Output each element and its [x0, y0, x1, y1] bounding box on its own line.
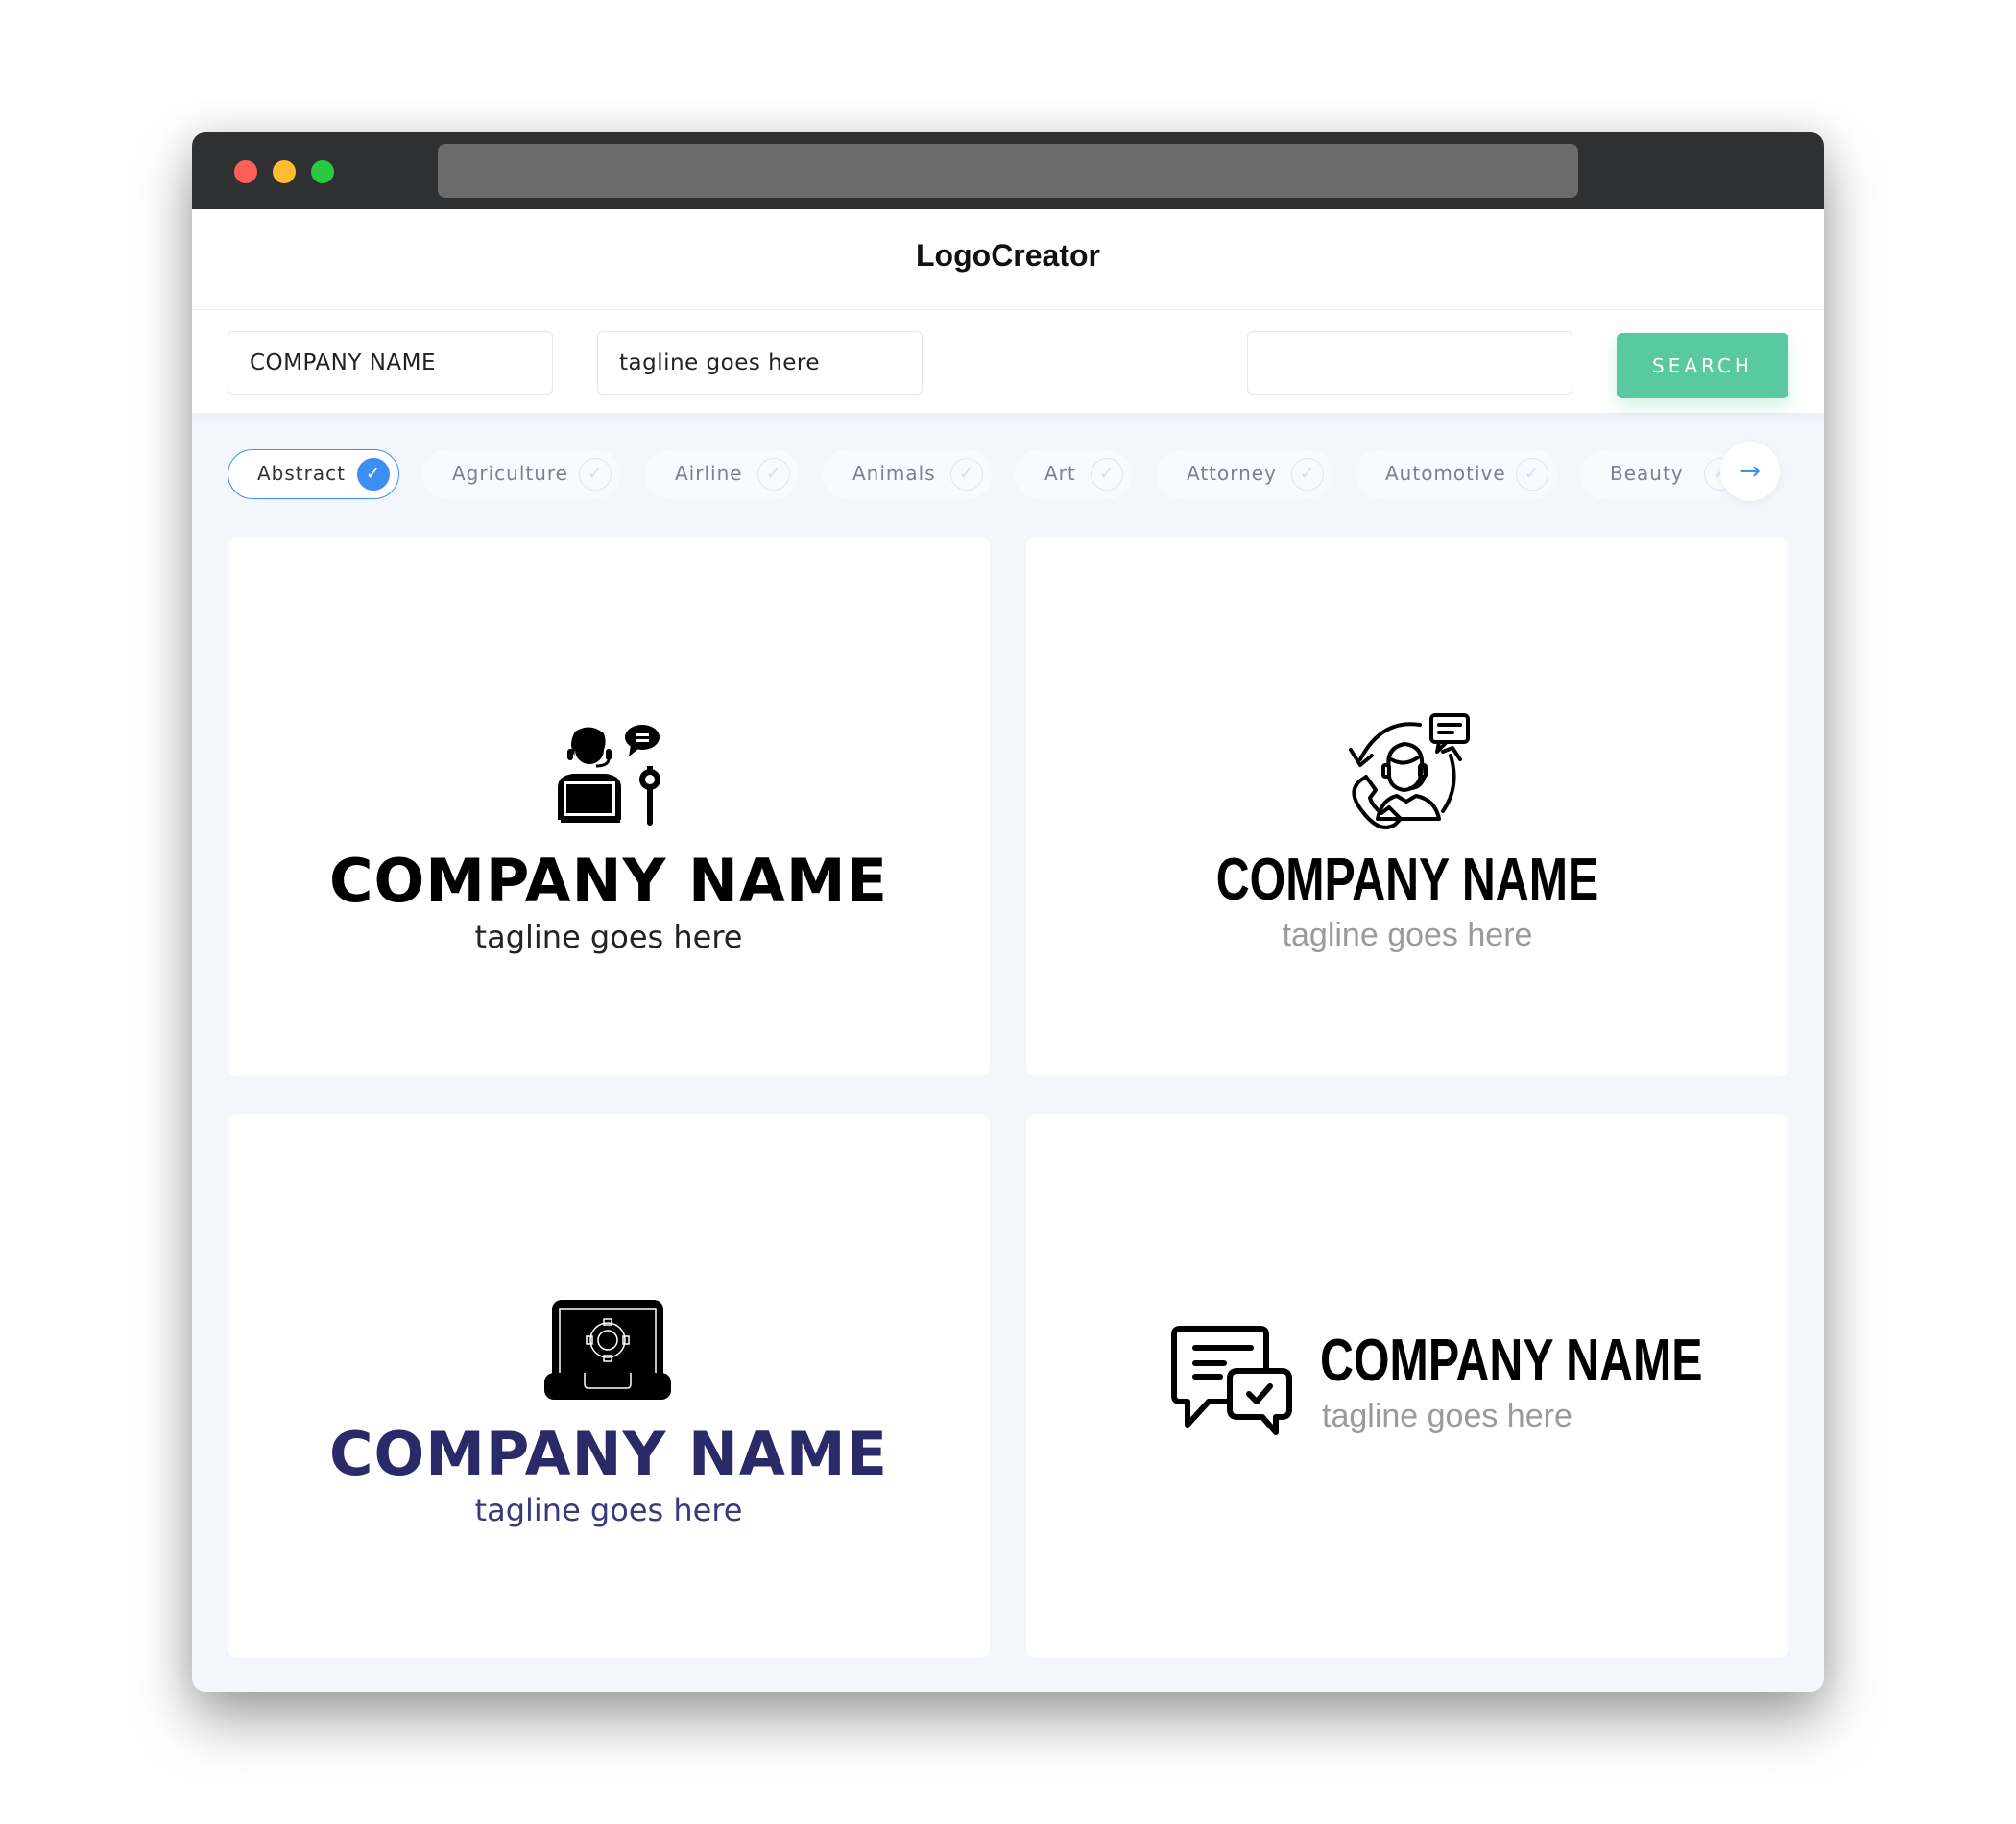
check-icon: ✓	[1091, 458, 1123, 491]
browser-window: LogoCreator SEARCH Abstract ✓ Agricultur…	[192, 132, 1824, 1692]
laptop-gear-icon	[544, 1300, 671, 1400]
category-chip-beauty[interactable]: Beauty ✓	[1580, 449, 1737, 499]
keyword-search-input[interactable]	[1247, 331, 1572, 395]
category-chip-label: Beauty	[1610, 462, 1684, 485]
category-chip-label: Automotive	[1385, 462, 1506, 485]
category-chip-label: Airline	[675, 462, 743, 485]
logo-company-name: COMPANY NAME	[329, 1419, 888, 1489]
category-chip-airline[interactable]: Airline ✓	[645, 449, 799, 499]
logo-card[interactable]: COMPANY NAME tagline goes here	[1026, 1114, 1788, 1658]
company-name-input[interactable]	[228, 331, 553, 395]
category-chip-attorney[interactable]: Attorney ✓	[1157, 449, 1332, 499]
support-agent-laptop-wrench-icon	[558, 725, 660, 826]
customer-service-phone-cycle-icon	[1349, 713, 1470, 829]
search-button[interactable]: SEARCH	[1617, 333, 1788, 398]
logo-card[interactable]: COMPANY NAME tagline goes here	[228, 1114, 990, 1658]
category-chip-label: Agriculture	[452, 462, 568, 485]
category-chip-label: Abstract	[257, 462, 346, 485]
check-icon: ✓	[579, 458, 612, 491]
category-chip-label: Animals	[852, 462, 936, 485]
close-window-button[interactable]	[234, 160, 257, 183]
logo-tagline: tagline goes here	[1282, 917, 1533, 953]
check-icon: ✓	[757, 458, 790, 491]
check-icon: ✓	[357, 458, 390, 491]
arrow-right-icon: →	[1740, 457, 1761, 486]
logo-tagline: tagline goes here	[474, 1492, 743, 1528]
check-icon: ✓	[1291, 458, 1324, 491]
category-chip-automotive[interactable]: Automotive ✓	[1356, 449, 1557, 499]
minimize-window-button[interactable]	[273, 160, 296, 183]
search-toolbar: SEARCH	[192, 310, 1824, 413]
brand-logo[interactable]: LogoCreator	[192, 238, 1824, 274]
title-bar	[192, 132, 1824, 209]
logo-card[interactable]: COMPANY NAME tagline goes here	[1026, 537, 1788, 1076]
logo-company-name: COMPANY NAME	[1320, 1328, 1703, 1394]
logo-card[interactable]: COMPANY NAME tagline goes here	[228, 537, 990, 1076]
chat-bubbles-check-icon	[1171, 1326, 1292, 1435]
tagline-input[interactable]	[597, 331, 923, 395]
category-chip-animals[interactable]: Animals ✓	[823, 449, 992, 499]
category-filter-bar: Abstract ✓ Agriculture ✓ Airline ✓ Anima…	[228, 442, 1792, 503]
category-chip-abstract[interactable]: Abstract ✓	[228, 449, 399, 499]
logo-company-name: COMPANY NAME	[1215, 847, 1599, 913]
category-chip-agriculture[interactable]: Agriculture ✓	[422, 449, 620, 499]
maximize-window-button[interactable]	[311, 160, 334, 183]
scroll-categories-right-button[interactable]: →	[1720, 442, 1780, 501]
check-icon: ✓	[1516, 458, 1548, 491]
logo-tagline: tagline goes here	[1322, 1398, 1572, 1434]
category-chip-label: Attorney	[1187, 462, 1277, 485]
category-chip-art[interactable]: Art ✓	[1015, 449, 1132, 499]
category-chip-label: Art	[1044, 462, 1076, 485]
logo-company-name: COMPANY NAME	[329, 846, 888, 916]
app-header: LogoCreator	[192, 209, 1824, 310]
logo-tagline: tagline goes here	[474, 919, 743, 955]
check-icon: ✓	[950, 458, 983, 491]
address-bar[interactable]	[438, 144, 1578, 198]
